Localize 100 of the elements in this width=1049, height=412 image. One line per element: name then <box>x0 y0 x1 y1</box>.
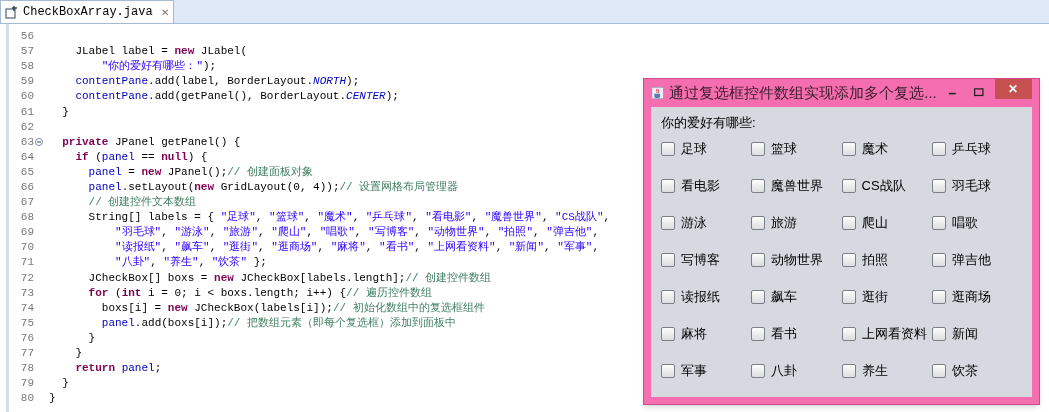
checkbox[interactable] <box>841 327 856 341</box>
checkbox[interactable] <box>751 253 766 267</box>
code-line: } <box>61 106 69 118</box>
line-number: 65 <box>20 166 34 178</box>
checkbox[interactable] <box>841 253 856 267</box>
line-number: 69 <box>20 227 34 239</box>
checkbox-label: CS战队 <box>861 177 906 196</box>
checkbox-label: 八卦 <box>771 362 798 381</box>
checkbox[interactable] <box>931 179 946 193</box>
checkbox[interactable] <box>751 290 766 304</box>
line-number: 76 <box>20 332 34 344</box>
line-number: 80 <box>20 393 34 405</box>
prompt-label: 你的爱好有哪些: <box>661 114 757 132</box>
code-line: } <box>87 332 96 344</box>
file-icon <box>5 5 19 19</box>
checkbox-label: 羽毛球 <box>951 177 991 196</box>
code-line: // 创建控件文本数组 <box>87 197 197 209</box>
line-number: 66 <box>20 182 34 193</box>
code-line: "读报纸", "飙车", "逛街", "逛商场", "麻将", "看书", "上网看资料", "新闻", "军事", <box>114 242 600 254</box>
checkbox-label: 新闻 <box>951 325 978 344</box>
line-number: 56 <box>20 31 34 43</box>
code-line: for (int i = 0; i < boxs.length; i++) {// 遍历控件数组 <box>87 287 432 299</box>
checkbox[interactable] <box>841 142 856 156</box>
checkbox[interactable] <box>751 216 766 230</box>
checkbox-label: 读报纸 <box>681 288 720 307</box>
checkbox-label: 看书 <box>771 325 798 344</box>
checkbox[interactable] <box>841 179 856 193</box>
checkbox[interactable] <box>751 142 766 156</box>
code-line: contentPane.add(label, BorderLayout.NORTH); <box>74 76 360 88</box>
line-number: 74 <box>20 302 34 314</box>
checkbox[interactable] <box>661 290 675 304</box>
checkbox[interactable] <box>751 327 766 341</box>
line-number: 60 <box>20 91 34 103</box>
code-line: if (panel == null) { <box>74 151 208 163</box>
checkbox-label: 动物世界 <box>771 251 824 270</box>
line-number: 67 <box>20 197 34 209</box>
checkbox[interactable] <box>751 179 766 193</box>
line-number: 73 <box>20 287 34 299</box>
checkbox[interactable] <box>841 290 856 304</box>
fold-icon[interactable] <box>35 138 43 147</box>
line-number: 72 <box>20 272 34 284</box>
line-number: 64 <box>20 151 34 163</box>
checkbox[interactable] <box>661 216 675 230</box>
code-line: JLabel label = new JLabel( <box>74 46 248 58</box>
code-line: } <box>74 348 82 359</box>
checkbox-label: 军事 <box>681 362 707 381</box>
checkbox[interactable] <box>931 216 946 230</box>
line-number: 75 <box>20 317 34 329</box>
checkbox[interactable] <box>841 364 856 378</box>
checkbox-label: 魔术 <box>861 140 888 159</box>
editor-tab[interactable]: CheckBoxArray.java ✕ <box>0 0 174 23</box>
checkbox-label: 唱歌 <box>951 214 978 233</box>
checkbox[interactable] <box>751 364 766 378</box>
code-line: contentPane.add(getPanel(), BorderLayout.CENTER); <box>74 91 399 103</box>
line-number: 79 <box>20 378 34 390</box>
checkbox[interactable] <box>931 364 946 378</box>
checkbox[interactable] <box>931 253 946 267</box>
checkbox[interactable] <box>931 290 946 304</box>
checkbox[interactable] <box>661 327 675 341</box>
checkbox[interactable] <box>661 142 675 156</box>
checkbox-label: 上网看资料 <box>861 325 927 344</box>
checkbox-label: 拍照 <box>861 251 888 270</box>
line-number: 70 <box>20 242 34 254</box>
checkbox-label: 养生 <box>861 362 888 381</box>
line-number: 58 <box>20 61 34 73</box>
checkbox-label: 旅游 <box>771 214 798 233</box>
checkbox-label: 麻将 <box>681 325 707 344</box>
close-icon[interactable]: ✕ <box>160 4 169 20</box>
checkbox-label: 弹吉他 <box>951 251 991 270</box>
code-line: boxs[i] = new JCheckBox(labels[i]);// 初始化数组中的复选框组件 <box>100 302 485 314</box>
coffee-cup-icon <box>651 85 665 101</box>
code-line: "你的爱好有哪些："); <box>100 61 217 73</box>
checkbox[interactable] <box>931 142 946 156</box>
checkbox-label: 篮球 <box>771 140 798 159</box>
checkbox-label: 逛商场 <box>951 288 991 307</box>
checkbox[interactable] <box>661 364 675 378</box>
line-number: 78 <box>20 363 34 375</box>
line-number: 61 <box>20 106 34 118</box>
minimize-button[interactable]: – <box>941 82 964 104</box>
window-title: 通过复选框控件数组实现添加多个复选... <box>669 82 937 103</box>
code-line: "八卦", "养生", "饮茶" }; <box>114 257 267 269</box>
checkbox[interactable] <box>841 216 856 230</box>
checkbox-label: 魔兽世界 <box>771 177 824 196</box>
checkbox-label: 足球 <box>681 140 707 159</box>
checkbox-label: 游泳 <box>681 214 707 233</box>
checkbox-label: 看电影 <box>681 177 720 196</box>
checkbox-label: 饮茶 <box>951 362 978 381</box>
line-number: 71 <box>20 257 34 269</box>
checkbox[interactable] <box>661 253 675 267</box>
code-line: panel = new JPanel();// 创建面板对象 <box>87 166 314 178</box>
code-line: panel.add(boxs[i]);// 把数组元素（即每个复选框）添加到面板中 <box>100 317 457 329</box>
code-line: } <box>49 393 56 405</box>
checkbox-label: 爬山 <box>861 214 888 233</box>
checkbox-label: 写博客 <box>681 251 720 270</box>
checkbox-label: 逛街 <box>861 288 888 307</box>
code-line: panel.setLayout(new GridLayout(0, 4));// 设置网格布局管理器 <box>87 182 459 193</box>
checkbox[interactable] <box>661 179 675 193</box>
code-line: "羽毛球", "游泳", "旅游", "爬山", "唱歌", "写博客", "动物世界", "拍照", "弹吉他", <box>114 227 600 239</box>
close-button[interactable]: ✕ <box>994 79 1032 99</box>
checkbox[interactable] <box>931 327 946 341</box>
